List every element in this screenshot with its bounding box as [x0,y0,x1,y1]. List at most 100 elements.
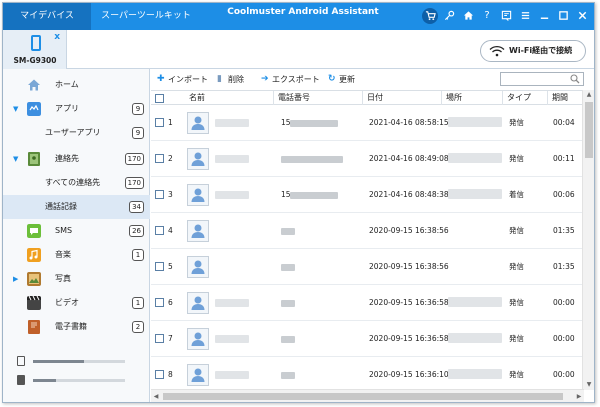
column-header-location[interactable]: 場所 [441,91,462,105]
row-checkbox[interactable] [155,298,164,307]
import-icon: ✚ [157,74,165,84]
select-all-checkbox[interactable] [155,94,164,103]
sidebar-item-music[interactable]: 音楽 1 [3,243,150,267]
search-icon[interactable] [570,74,580,84]
table-row[interactable]: 8 2020-09-15 16:36:10 発信 00:00 [151,357,582,393]
expand-arrow-icon[interactable]: ▼ [13,147,18,171]
tab-super-toolkit[interactable]: スーパーツールキット [91,3,201,30]
table-header: 名前 電話番号 日付 場所 タイプ 期間 [151,90,582,105]
search-box[interactable] [500,72,584,86]
expand-arrow-icon[interactable]: ▼ [13,97,18,121]
call-type: 発信 [509,334,524,343]
expand-arrow-icon[interactable]: ▶ [13,267,18,291]
key-icon[interactable] [441,8,457,24]
avatar [187,292,209,314]
row-checkbox[interactable] [155,154,164,163]
redacted-name [215,191,249,199]
search-input[interactable] [501,73,569,85]
device-tab[interactable]: x SM-G9300 [3,30,67,69]
cart-icon[interactable] [422,8,438,24]
sidebar-item-apps[interactable]: ▼ アプリ 9 [3,97,150,121]
row-checkbox[interactable] [155,334,164,343]
sidebar-item-contacts[interactable]: ▼ 連絡先 170 [3,147,150,171]
import-button[interactable]: ✚ インポート [157,73,208,86]
redacted-name [215,155,249,163]
sidebar-item-sms[interactable]: SMS 26 [3,219,150,243]
sidebar-item-photos[interactable]: ▶ 写真 [3,267,150,291]
row-checkbox[interactable] [155,118,164,127]
table-row[interactable]: 4 2020-09-15 16:38:56 発信 01:35 [151,213,582,249]
table-row[interactable]: 6 2020-09-15 16:36:58 発信 00:00 [151,285,582,321]
scroll-up-icon[interactable]: ▲ [583,90,594,100]
redacted-phone [281,336,295,343]
person-icon [191,296,205,310]
tab-my-device[interactable]: マイデバイス [3,3,91,30]
call-duration: 00:00 [553,370,575,379]
row-checkbox[interactable] [155,370,164,379]
scroll-left-icon[interactable]: ◀ [151,390,161,402]
import-label: インポート [168,75,208,84]
sidebar-item-label: ユーザーアプリ [45,128,101,137]
music-icon [27,248,41,262]
scroll-thumb[interactable] [163,393,563,400]
row-checkbox[interactable] [155,226,164,235]
column-header-name[interactable]: 名前 [185,91,205,105]
app-title: Coolmuster Android Assistant [227,7,379,17]
home-icon [28,79,40,91]
close-icon[interactable] [574,8,590,24]
sidebar-item-home[interactable]: ホーム [3,73,150,97]
sidebar-item-all-contacts[interactable]: すべての連絡先 170 [3,171,150,195]
avatar [187,184,209,206]
call-duration: 00:11 [553,154,575,163]
column-header-duration[interactable]: 期間 [547,91,568,105]
maximize-icon[interactable] [555,8,571,24]
table-row[interactable]: 3 15 2021-04-16 08:48:38 着信 00:06 [151,177,582,213]
table-row[interactable]: 2 2021-04-16 08:49:08 発信 00:11 [151,141,582,177]
contacts-icon [28,152,40,166]
row-checkbox[interactable] [155,262,164,271]
row-checkbox[interactable] [155,190,164,199]
device-bar: x SM-G9300 Wi-Fi経由で接続 [3,30,594,69]
sidebar-item-label: 音楽 [55,250,71,259]
table-row[interactable]: 1 15 2021-04-16 08:58:15 発信 00:04 [151,105,582,141]
column-header-type[interactable]: タイプ [502,91,531,105]
sidebar-item-video[interactable]: ビデオ 1 [3,291,150,315]
call-duration: 00:00 [553,298,575,307]
delete-label: 削除 [228,75,244,84]
help-icon[interactable]: ? [479,8,495,24]
sidebar-item-user-apps[interactable]: ユーザーアプリ 9 [3,121,150,145]
row-number: 1 [168,118,173,127]
scroll-thumb[interactable] [585,102,593,158]
horizontal-scrollbar[interactable]: ◀ ▶ [151,389,584,402]
column-header-date[interactable]: 日付 [362,91,383,105]
sidebar-item-call-logs[interactable]: 通話記録 34 [3,195,150,219]
sidebar-item-ebooks[interactable]: 電子書籍 2 [3,315,150,339]
call-type: 発信 [509,262,524,271]
menu-icon[interactable] [517,8,533,24]
table-row[interactable]: 7 2020-09-15 16:36:58 発信 00:00 [151,321,582,357]
home-icon[interactable] [460,8,476,24]
wifi-connect-button[interactable]: Wi-Fi経由で接続 [480,40,586,62]
export-button[interactable]: ➔ エクスポート [261,73,320,86]
device-close-icon[interactable]: x [54,32,60,42]
call-date: 2021-04-16 08:48:38 [369,190,449,199]
scroll-right-icon[interactable]: ▶ [574,390,584,402]
delete-button[interactable]: ▮ 削除 [217,73,244,86]
toolbar: ✚ インポート ▮ 削除 ➔ エクスポート ↻ 更新 [151,69,594,90]
table-row[interactable]: 5 2020-09-15 16:38:56 発信 01:35 [151,249,582,285]
count-badge: 2 [132,321,144,333]
call-date: 2020-09-15 16:38:56 [369,262,449,271]
sidebar-item-label: 写真 [55,274,71,283]
wifi-icon [489,45,505,57]
feedback-icon[interactable] [498,8,514,24]
row-number: 8 [168,370,173,379]
call-duration: 01:35 [553,262,575,271]
refresh-button[interactable]: ↻ 更新 [328,73,355,86]
vertical-scrollbar[interactable]: ▲ ▼ [582,90,594,390]
minimize-icon[interactable] [536,8,552,24]
column-header-phone[interactable]: 電話番号 [273,91,310,105]
sidebar-item-label: ビデオ [55,298,79,307]
redacted-phone [281,156,343,163]
storage-bar [33,360,125,363]
scroll-down-icon[interactable]: ▼ [583,380,594,390]
